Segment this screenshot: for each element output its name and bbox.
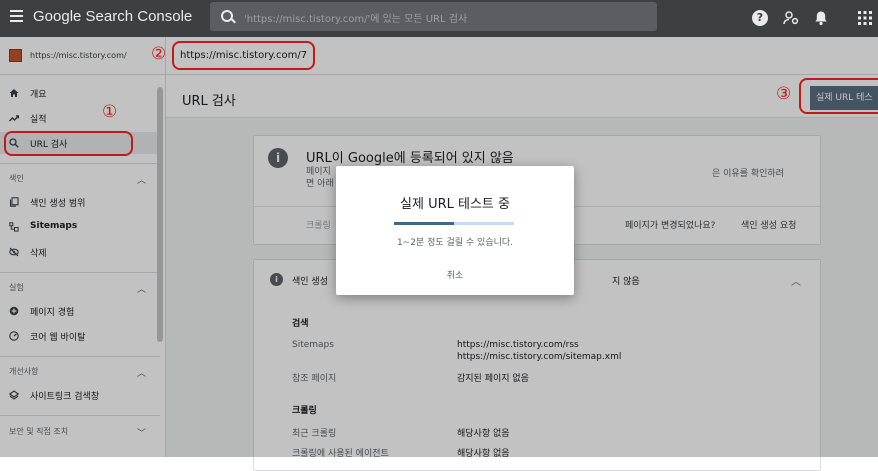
- help-icon[interactable]: ?: [752, 10, 768, 26]
- dialog-subtitle: 1~2분 정도 걸릴 수 있습니다.: [396, 238, 514, 248]
- annotation-ring: [172, 41, 315, 70]
- cancel-button[interactable]: 취소: [336, 268, 574, 281]
- app-title[interactable]: Google Search Console: [33, 8, 192, 25]
- annotation-number: ①: [102, 102, 118, 122]
- progress-fill: [394, 222, 454, 225]
- annotation-ring: [799, 78, 878, 114]
- annotation-number: ③: [776, 84, 792, 104]
- search-placeholder[interactable]: 'https://misc.tistory.com/'에 있는 모든 URL 검…: [244, 10, 467, 25]
- annotation-ring: [4, 131, 133, 156]
- url-inspect-search[interactable]: 'https://misc.tistory.com/'에 있는 모든 URL 검…: [210, 2, 657, 31]
- bell-icon[interactable]: [813, 10, 829, 26]
- search-icon: [221, 10, 233, 22]
- annotation-number: ②: [151, 44, 167, 64]
- live-test-dialog: 실제 URL 테스트 중 1~2분 정도 걸릴 수 있습니다. 취소: [336, 166, 574, 295]
- progress-bar: [394, 222, 514, 225]
- menu-icon[interactable]: [10, 9, 24, 23]
- dialog-title: 실제 URL 테스트 중: [400, 197, 510, 212]
- top-bar: Google Search Console 'https://misc.tist…: [0, 0, 878, 37]
- apps-grid-icon[interactable]: [857, 10, 873, 26]
- manage-users-icon[interactable]: [783, 10, 799, 26]
